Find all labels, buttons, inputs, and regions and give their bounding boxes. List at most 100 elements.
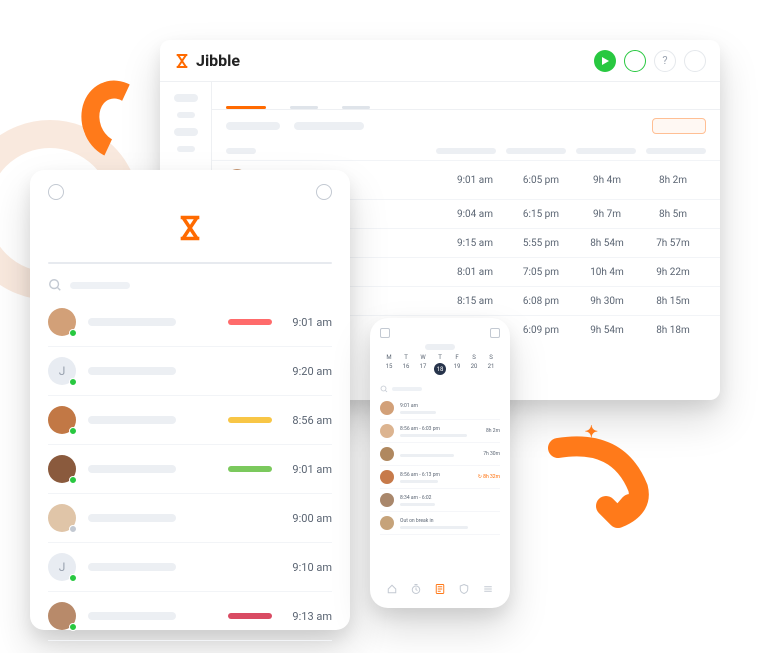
filter[interactable] — [294, 122, 364, 130]
stat-in[interactable]: 45 — [49, 263, 120, 264]
dow: W — [417, 354, 429, 361]
status-dot — [69, 329, 77, 337]
brand-name: Jibble — [196, 51, 240, 70]
list-item[interactable]: 9:01 am — [48, 445, 332, 494]
col-header[interactable] — [436, 148, 496, 154]
tab[interactable] — [290, 106, 318, 109]
settings-icon[interactable] — [48, 184, 64, 200]
day[interactable]: 20 — [468, 363, 480, 375]
day[interactable]: 21 — [485, 363, 497, 375]
list-item[interactable]: 8:56 am — [48, 396, 332, 445]
nav-timesheet-icon[interactable] — [434, 583, 446, 597]
cell-in: 9:15 am — [442, 238, 508, 249]
avatar: J — [48, 553, 76, 581]
item-body: 9:13 am — [88, 610, 332, 623]
phone-calendar-icon[interactable] — [490, 328, 500, 338]
list-item[interactable]: Out on break in — [380, 512, 500, 535]
list-item[interactable]: J 9:20 am — [48, 347, 332, 396]
phone-top — [380, 328, 500, 338]
nav-shield-icon[interactable] — [458, 583, 470, 597]
play-button[interactable] — [594, 50, 616, 72]
tablet-search[interactable] — [48, 278, 332, 292]
phone-back-icon[interactable] — [380, 328, 390, 338]
cell-total: 9h 4m — [574, 175, 640, 186]
tablet-logo — [176, 214, 204, 246]
cell-out: 7:05 pm — [508, 267, 574, 278]
item-body: 9:10 am — [88, 561, 332, 574]
sidebar-item[interactable] — [177, 146, 195, 152]
track — [400, 454, 454, 457]
user-status-button[interactable] — [624, 50, 646, 72]
download-button[interactable] — [652, 118, 706, 134]
sidebar-item[interactable] — [177, 112, 195, 118]
cell-in: 8:01 am — [442, 267, 508, 278]
nav-home-icon[interactable] — [386, 583, 398, 597]
name-placeholder — [88, 318, 176, 326]
col-header[interactable] — [576, 148, 636, 154]
nav-timer-icon[interactable] — [410, 583, 422, 597]
item-time: 9:01 am — [400, 403, 474, 409]
list-item[interactable]: 8:34 am - 6:02 — [380, 489, 500, 512]
stats-segment: 45 6 2 29 — [48, 262, 332, 264]
help-button[interactable]: ? — [654, 50, 676, 72]
item-duration: ↻ 8h 32m — [478, 474, 500, 480]
day[interactable]: 19 — [451, 363, 463, 375]
sidebar-item[interactable] — [174, 128, 198, 136]
day[interactable]: 18 — [434, 363, 446, 375]
list-item[interactable]: 9:13 am — [48, 592, 332, 641]
stat-left[interactable]: 29 — [261, 263, 331, 264]
avatar — [48, 504, 76, 532]
cell-out: 6:15 pm — [508, 209, 574, 220]
item-body: 9:01 am — [400, 403, 474, 414]
target-icon[interactable] — [316, 184, 332, 200]
day[interactable]: 17 — [417, 363, 429, 375]
name-placeholder — [88, 563, 176, 571]
notifications-button[interactable] — [684, 50, 706, 72]
activity-bar — [228, 613, 272, 619]
status-dot — [69, 427, 77, 435]
activity-bar — [228, 319, 272, 325]
list-item[interactable]: 9:00 am — [48, 494, 332, 543]
brand: Jibble — [174, 51, 240, 70]
tablet-list: 9:01 am J 9:20 am 8:56 am 9:01 am 9:00 a… — [48, 298, 332, 641]
item-time: 8:56 am - 6:13 pm — [400, 472, 472, 478]
column-headers — [212, 142, 720, 160]
avatar — [48, 602, 76, 630]
cell-total: 9h 7m — [574, 209, 640, 220]
list-item[interactable]: 8:56 am - 6:03 pm 8h 2m — [380, 420, 500, 443]
day[interactable]: 15 — [383, 363, 395, 375]
list-item[interactable]: 8:56 am - 6:13 pm ↻ 8h 32m — [380, 466, 500, 489]
tab[interactable] — [226, 106, 266, 109]
list-item[interactable]: 9:01 am — [380, 397, 500, 420]
item-body: 9:01 am — [88, 463, 332, 476]
col-header[interactable] — [226, 148, 256, 154]
dow: F — [451, 354, 463, 361]
item-duration: 7h 30m — [480, 451, 500, 457]
stat-arrived[interactable]: 6 — [120, 263, 191, 264]
phone-search[interactable] — [380, 385, 500, 393]
list-item[interactable]: J 9:10 am — [48, 543, 332, 592]
avatar — [380, 470, 394, 484]
cell-paid: 8h 2m — [640, 175, 706, 186]
item-body: 8:34 am - 6:02 — [400, 495, 474, 506]
list-item[interactable]: 7h 30m — [380, 443, 500, 466]
item-time: 9:00 am — [282, 512, 332, 525]
col-header[interactable] — [506, 148, 566, 154]
tab[interactable] — [342, 106, 370, 109]
phone-nav — [380, 578, 500, 598]
status-dot — [69, 476, 77, 484]
search-icon — [48, 278, 62, 292]
dow: S — [485, 354, 497, 361]
col-header[interactable] — [646, 148, 706, 154]
search-placeholder — [70, 282, 130, 289]
stat-break[interactable]: 2 — [191, 263, 262, 264]
status-dot — [69, 574, 77, 582]
list-item[interactable]: 9:01 am — [48, 298, 332, 347]
day[interactable]: 16 — [400, 363, 412, 375]
status-dot — [69, 378, 77, 386]
nav-menu-icon[interactable] — [482, 583, 494, 597]
cell-total: 9h 54m — [574, 325, 640, 336]
item-time: 9:13 am — [282, 610, 332, 623]
filter[interactable] — [226, 122, 280, 130]
sidebar-item[interactable] — [174, 94, 198, 102]
